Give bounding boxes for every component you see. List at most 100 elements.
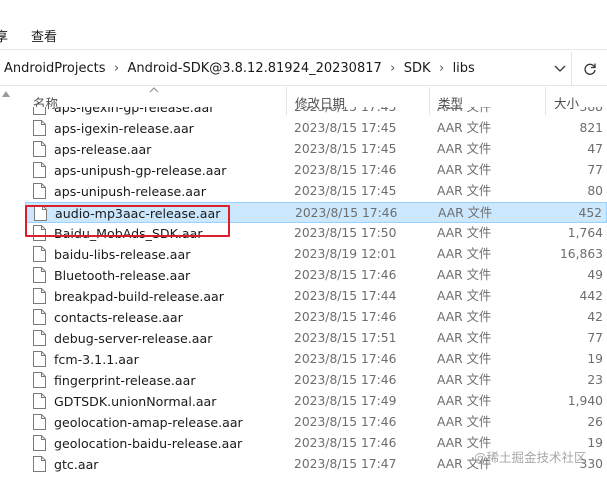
file-date: 2023/8/15 17:51 xyxy=(294,331,397,345)
file-name: aps-unipush-gp-release.aar xyxy=(54,163,227,178)
file-date: 2023/8/15 17:49 xyxy=(294,394,397,408)
refresh-button[interactable] xyxy=(580,60,600,78)
table-row[interactable]: aps-igexin-release.aar 2023/8/15 17:45 AAR… xyxy=(25,118,607,139)
file-date: 2023/8/15 17:46 xyxy=(294,373,397,387)
file-type: AAR 文件 xyxy=(438,206,493,220)
table-row[interactable]: breakpad-build-release.aar 2023/8/15 17:4… xyxy=(25,286,607,307)
file-type: AAR 文件 xyxy=(437,289,492,303)
file-type: AAR 文件 xyxy=(437,184,492,198)
menu-share[interactable]: 享 xyxy=(0,26,8,45)
file-type: AAR 文件 xyxy=(437,142,492,156)
menu-bar: 享 查看 xyxy=(0,0,607,50)
table-row[interactable]: aps-release.aar 2023/8/15 17:45 AAR 文件 47 xyxy=(25,139,607,160)
table-row[interactable]: aps-igexin-gp-release.aar 2023/8/15 17:45… xyxy=(25,107,607,118)
file-type: AAR 文件 xyxy=(437,310,492,324)
file-date: 2023/8/15 17:45 xyxy=(294,121,397,135)
file-size: 1,940 xyxy=(567,394,603,408)
breadcrumb-libs[interactable]: libs xyxy=(453,61,475,76)
breadcrumb-androidprojects[interactable]: AndroidProjects xyxy=(4,61,106,76)
chevron-right-icon[interactable]: › xyxy=(106,61,128,76)
sort-ascending-icon xyxy=(149,87,159,93)
file-size: 77 xyxy=(587,331,603,345)
file-icon xyxy=(33,393,46,409)
menu-view[interactable]: 查看 xyxy=(31,26,57,45)
table-row[interactable]: geolocation-amap-release.aar 2023/8/15 17… xyxy=(25,412,607,433)
file-name: gtc.aar xyxy=(54,457,99,472)
address-history-button[interactable] xyxy=(551,60,569,78)
table-row[interactable]: fingerprint-release.aar 2023/8/15 17:46 AA… xyxy=(25,370,607,391)
file-type: AAR 文件 xyxy=(437,373,492,387)
file-name: aps-release.aar xyxy=(54,142,152,157)
file-icon xyxy=(33,267,46,283)
table-row[interactable]: contacts-release.aar 2023/8/15 17:46 AAR 文… xyxy=(25,307,607,328)
file-icon xyxy=(33,183,46,199)
breadcrumb-android-sdk[interactable]: Android-SDK@3.8.12.81924_20230817 xyxy=(128,61,382,76)
file-name: GDTSDK.unionNormal.aar xyxy=(54,394,217,409)
file-name: aps-unipush-release.aar xyxy=(54,184,206,199)
file-date: 2023/8/15 17:45 xyxy=(294,107,397,114)
file-size: 442 xyxy=(579,289,603,303)
file-name: baidu-libs-release.aar xyxy=(54,247,191,262)
file-size: 16,863 xyxy=(559,247,603,261)
file-date: 2023/8/15 17:45 xyxy=(294,184,397,198)
file-name: contacts-release.aar xyxy=(54,310,183,325)
file-name: debug-server-release.aar xyxy=(54,331,213,346)
file-icon xyxy=(33,246,46,262)
table-row[interactable]: debug-server-release.aar 2023/8/15 17:51 A… xyxy=(25,328,607,349)
file-icon xyxy=(33,309,46,325)
file-icon xyxy=(33,288,46,304)
file-type: AAR 文件 xyxy=(437,107,492,114)
file-type: AAR 文件 xyxy=(437,226,492,240)
file-size: 80 xyxy=(587,184,603,198)
file-date: 2023/8/15 17:50 xyxy=(294,226,397,240)
file-type: AAR 文件 xyxy=(437,331,492,345)
file-date: 2023/8/15 17:46 xyxy=(294,436,397,450)
file-size: 49 xyxy=(587,268,603,282)
red-highlight-annotation xyxy=(25,205,230,237)
file-date: 2023/8/15 17:46 xyxy=(295,206,398,220)
file-list: aps-igexin-gp-release.aar 2023/8/15 17:45… xyxy=(12,107,607,477)
file-date: 2023/8/15 17:46 xyxy=(294,415,397,429)
file-icon xyxy=(33,120,46,136)
file-type: AAR 文件 xyxy=(437,247,492,261)
file-size: 77 xyxy=(587,163,603,177)
file-icon xyxy=(33,456,46,472)
file-icon xyxy=(33,372,46,388)
file-date: 2023/8/15 17:45 xyxy=(294,142,397,156)
watermark: @稀土掘金技术社区 xyxy=(474,450,587,465)
file-date: 2023/8/15 17:46 xyxy=(294,163,397,177)
file-type: AAR 文件 xyxy=(437,268,492,282)
address-bar: AndroidProjects › Android-SDK@3.8.12.819… xyxy=(0,52,607,86)
table-row[interactable]: baidu-libs-release.aar 2023/8/19 12:01 AAR… xyxy=(25,244,607,265)
file-icon xyxy=(33,351,46,367)
file-type: AAR 文件 xyxy=(437,352,492,366)
file-size: 821 xyxy=(579,121,603,135)
scroll-up-arrow-icon[interactable] xyxy=(2,91,10,97)
file-icon xyxy=(33,330,46,346)
table-row[interactable]: Bluetooth-release.aar 2023/8/15 17:46 AAR … xyxy=(25,265,607,286)
file-name: Bluetooth-release.aar xyxy=(54,268,191,283)
chevron-right-icon[interactable]: › xyxy=(382,61,404,76)
file-name: fcm-3.1.1.aar xyxy=(54,352,139,367)
table-row[interactable]: fcm-3.1.1.aar 2023/8/15 17:46 AAR 文件 19 xyxy=(25,349,607,370)
file-name: fingerprint-release.aar xyxy=(54,373,196,388)
file-icon xyxy=(33,162,46,178)
file-size: 19 xyxy=(587,436,603,450)
breadcrumb[interactable]: AndroidProjects › Android-SDK@3.8.12.819… xyxy=(0,52,572,85)
file-date: 2023/8/15 17:46 xyxy=(294,268,397,282)
file-size: 42 xyxy=(587,310,603,324)
file-icon xyxy=(33,141,46,157)
chevron-right-icon[interactable]: › xyxy=(431,61,453,76)
table-row[interactable]: aps-unipush-release.aar 2023/8/15 17:45 AA… xyxy=(25,181,607,202)
file-date: 2023/8/15 17:46 xyxy=(294,352,397,366)
file-name: geolocation-baidu-release.aar xyxy=(54,436,243,451)
file-name: breakpad-build-release.aar xyxy=(54,289,224,304)
file-size: 23 xyxy=(587,373,603,387)
file-date: 2023/8/15 17:46 xyxy=(294,310,397,324)
file-size: 1,764 xyxy=(567,226,603,240)
table-row[interactable]: GDTSDK.unionNormal.aar 2023/8/15 17:49 AAR… xyxy=(25,391,607,412)
breadcrumb-sdk[interactable]: SDK xyxy=(404,61,431,76)
file-size: 452 xyxy=(578,206,602,220)
table-row[interactable]: aps-unipush-gp-release.aar 2023/8/15 17:4… xyxy=(25,160,607,181)
file-date: 2023/8/19 12:01 xyxy=(294,247,397,261)
